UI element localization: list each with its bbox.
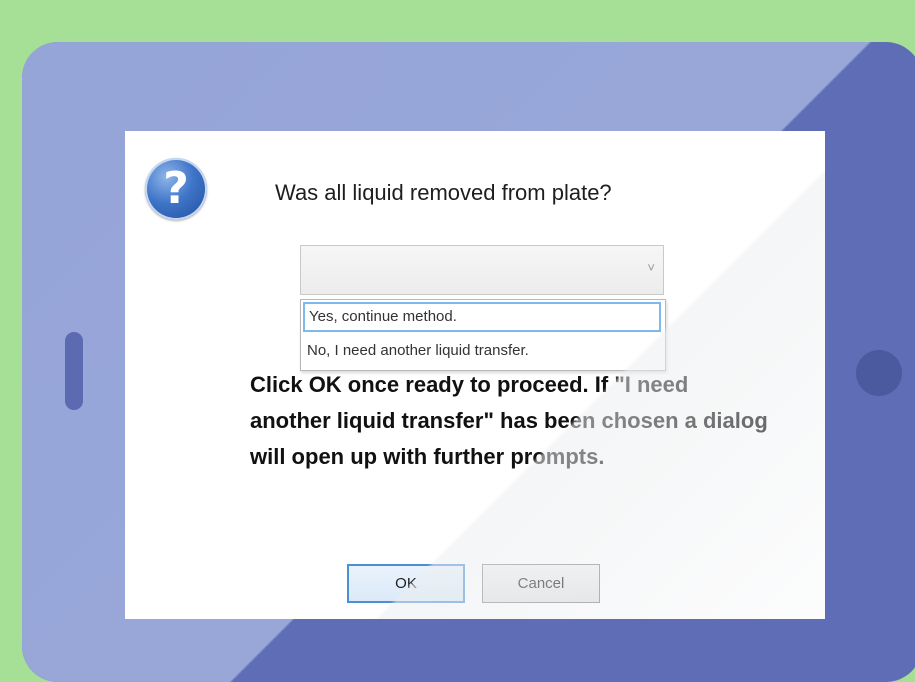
cancel-button[interactable]: Cancel — [482, 564, 600, 603]
ok-button[interactable]: OK — [347, 564, 465, 603]
tablet-home-button — [856, 350, 902, 396]
dialog-instructions: Click OK once ready to proceed. If "I ne… — [250, 372, 768, 469]
dropdown-option-yes[interactable]: Yes, continue method. — [303, 302, 661, 332]
answer-combobox[interactable]: ˅ — [300, 245, 664, 295]
dropdown-option-no[interactable]: No, I need another liquid transfer. — [303, 336, 661, 366]
dropdown-list: Yes, continue method. No, I need another… — [300, 299, 666, 371]
message-dialog: ? Was all liquid removed from plate? ˅ Y… — [125, 131, 825, 619]
dialog-prompt: Was all liquid removed from plate? — [275, 180, 612, 205]
question-icon: ? — [145, 158, 207, 220]
chevron-down-icon[interactable]: ˅ — [647, 260, 655, 275]
tablet-side-button — [65, 332, 83, 410]
